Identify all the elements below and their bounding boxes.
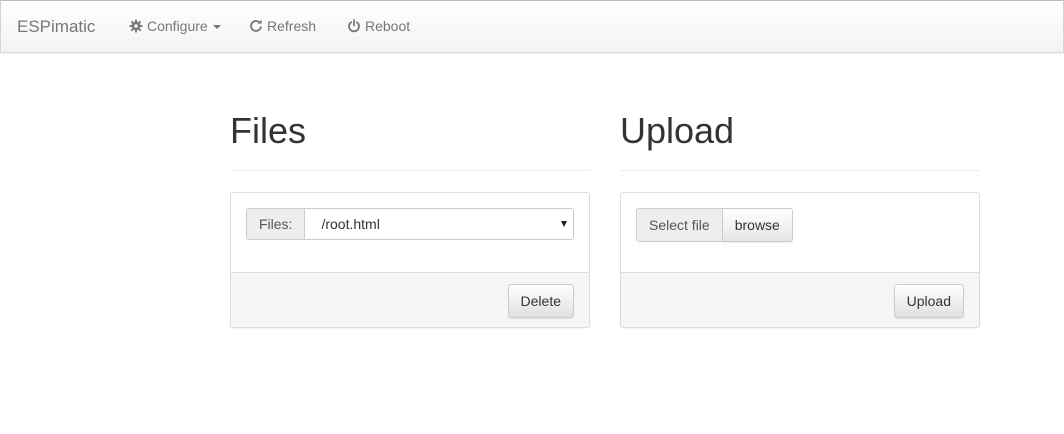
refresh-button[interactable]: Refresh [249, 18, 316, 34]
configure-label: Configure [147, 18, 208, 34]
files-heading: Files [230, 110, 307, 151]
upload-panel: Select file browse Upload [620, 192, 980, 328]
files-panel-footer: Delete [231, 272, 589, 327]
configure-menu[interactable]: Configure [129, 18, 221, 34]
upload-panel-footer: Upload [621, 272, 979, 327]
file-select[interactable]: /root.html [305, 208, 575, 240]
file-picker-group: Select file browse [636, 208, 793, 242]
upload-heading: Upload [620, 110, 735, 151]
brand-link[interactable]: ESPimatic [17, 17, 95, 37]
caret-down-icon [212, 24, 221, 29]
select-file-label[interactable]: Select file [636, 208, 723, 242]
upload-divider [620, 170, 980, 171]
files-panel: Files: /root.html Delete [230, 192, 590, 328]
files-addon-label: Files: [246, 208, 306, 240]
navbar: ESPimatic Configure Refresh Reboot [0, 0, 1064, 53]
browse-button[interactable]: browse [722, 208, 793, 242]
gear-icon [129, 19, 143, 33]
reboot-label: Reboot [365, 18, 411, 34]
files-divider [230, 170, 590, 171]
power-icon [347, 19, 361, 33]
upload-button[interactable]: Upload [893, 284, 964, 318]
file-select-group: Files: /root.html [246, 208, 575, 240]
file-select-value: /root.html [321, 216, 380, 232]
reboot-button[interactable]: Reboot [347, 18, 410, 34]
delete-button[interactable]: Delete [507, 284, 574, 318]
dropdown-arrow-icon [561, 221, 568, 227]
refresh-icon [249, 19, 263, 33]
refresh-label: Refresh [267, 18, 317, 34]
